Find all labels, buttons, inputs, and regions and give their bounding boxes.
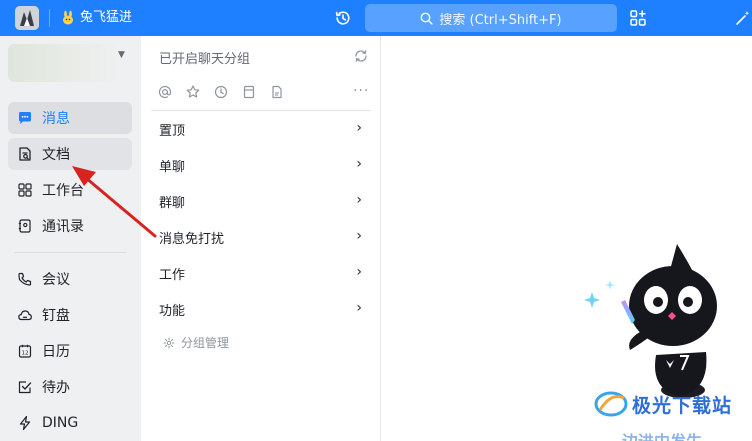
apps-icon[interactable] [629, 9, 647, 27]
workbench-icon [18, 183, 32, 197]
app-window: 兔飞猛进 搜索 (Ctrl+Shift+F) ▼ 消息 文档 工作台 通讯录 会… [0, 0, 752, 441]
group-item-label: 工作 [159, 267, 186, 283]
sidebar-item-messages[interactable]: 消息 [8, 102, 132, 134]
message-icon [19, 112, 31, 124]
panel-header: 已开启聊天分组 [159, 52, 251, 67]
chat-group-panel: 已开启聊天分组 ··· 置顶 › 单聊 › 群聊 › 消息免打扰 › 工作 › … [141, 36, 381, 441]
group-item-function[interactable]: 功能 › [141, 291, 380, 327]
watermark: 极光下载站 [594, 390, 732, 418]
top-bar: 兔飞猛进 搜索 (Ctrl+Shift+F) [0, 0, 752, 36]
rabbit-icon [63, 10, 73, 25]
cloud-drive-icon [18, 310, 32, 321]
app-logo[interactable] [15, 6, 39, 30]
sidebar-item-todo[interactable]: 待办 [8, 371, 132, 403]
group-item-single-chat[interactable]: 单聊 › [141, 147, 380, 183]
sidebar-item-label: 钉盘 [42, 308, 70, 324]
refresh-icon[interactable] [353, 48, 369, 64]
chevron-right-icon: › [356, 264, 362, 280]
sidebar: ▼ 消息 文档 工作台 通讯录 会议 钉盘 12 日历 待办 DING [0, 36, 141, 441]
sidebar-item-label: 文档 [42, 147, 70, 163]
clock-icon[interactable] [213, 84, 229, 100]
sidebar-item-workbench[interactable]: 工作台 [8, 174, 132, 206]
caret-down-icon[interactable]: ▼ [118, 50, 125, 60]
watermark-subtext: 边进中发生 [622, 428, 702, 441]
sidebar-item-label: DING [42, 415, 79, 431]
group-item-pinned[interactable]: 置顶 › [141, 111, 380, 147]
sidebar-item-label: 日历 [42, 344, 70, 360]
sidebar-item-label: 通讯录 [42, 219, 84, 235]
sidebar-item-meeting[interactable]: 会议 [8, 263, 132, 295]
star-icon[interactable] [185, 84, 201, 100]
user-name: 兔飞猛进 [80, 10, 133, 25]
group-item-group-chat[interactable]: 群聊 › [141, 183, 380, 219]
calendar-day: 12 [22, 351, 29, 357]
group-item-label: 群聊 [159, 195, 186, 211]
profile-card[interactable] [8, 44, 118, 82]
chevron-right-icon: › [356, 300, 362, 316]
search-box[interactable]: 搜索 (Ctrl+Shift+F) [365, 4, 617, 32]
topbar-divider [49, 9, 50, 27]
filter-toolbar [157, 84, 285, 100]
sidebar-item-calendar[interactable]: 12 日历 [8, 335, 132, 367]
chevron-right-icon: › [356, 120, 362, 136]
chevron-right-icon: › [356, 192, 362, 208]
sidebar-item-label: 消息 [42, 111, 70, 127]
group-item-label: 单聊 [159, 159, 186, 175]
more-icon[interactable]: ··· [353, 83, 369, 99]
meeting-icon [18, 272, 32, 286]
sidebar-item-label: 会议 [42, 272, 70, 288]
sidebar-item-docs[interactable]: 文档 [8, 138, 132, 170]
search-placeholder: 搜索 (Ctrl+Shift+F) [439, 12, 562, 28]
group-item-do-not-disturb[interactable]: 消息免打扰 › [141, 219, 380, 255]
gear-icon [163, 337, 175, 348]
chevron-right-icon: › [356, 156, 362, 172]
sidebar-item-drive[interactable]: 钉盘 [8, 299, 132, 331]
user-team-switch[interactable]: 兔飞猛进 [60, 8, 132, 28]
calendar-icon: 12 [18, 344, 32, 358]
contacts-icon [18, 219, 31, 233]
sidebar-divider [14, 252, 126, 253]
group-item-label: 功能 [159, 303, 186, 319]
watermark-logo [594, 391, 628, 417]
document-icon [19, 147, 31, 161]
chevron-right-icon: › [356, 228, 362, 244]
ding-icon [19, 415, 31, 431]
bookmark-icon[interactable] [241, 84, 257, 100]
group-item-label: 置顶 [159, 123, 186, 139]
at-icon[interactable] [157, 84, 173, 100]
file-icon[interactable] [269, 84, 285, 100]
mascot-illustration [584, 244, 717, 398]
sidebar-item-label: 工作台 [42, 183, 84, 199]
group-item-label: 消息免打扰 [159, 231, 225, 247]
todo-icon [18, 381, 32, 394]
sidebar-item-ding[interactable]: DING [8, 407, 132, 439]
magic-wand-icon[interactable] [734, 9, 752, 27]
group-manage-label: 分组管理 [181, 336, 230, 350]
group-manage-button[interactable]: 分组管理 [163, 334, 229, 351]
sidebar-item-label: 待办 [42, 380, 70, 396]
history-icon[interactable] [334, 9, 352, 27]
search-icon [420, 12, 434, 25]
sidebar-item-contacts[interactable]: 通讯录 [8, 210, 132, 242]
watermark-text: 极光下载站 [632, 394, 733, 417]
group-item-work[interactable]: 工作 › [141, 255, 380, 291]
